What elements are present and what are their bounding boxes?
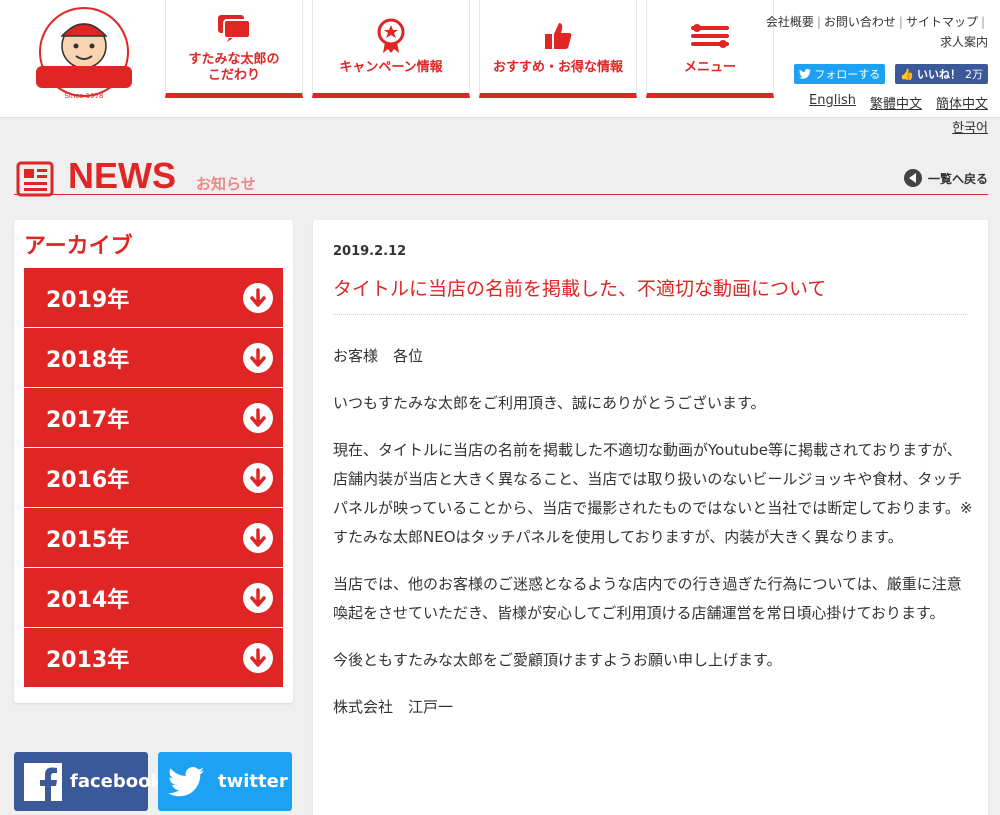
nav-label: メニュー xyxy=(683,59,736,75)
article-body: お客様 各位 いつもすたみな太郎をご利用頂き、誠にありがとうございます。 現在、… xyxy=(333,342,973,740)
archive-year-list: 2019年 2018年 2017年 2016年 2015年 2014年 2013… xyxy=(24,268,283,688)
article-paragraph: お客様 各位 xyxy=(333,347,424,365)
news-heading: NEWS お知らせ 一覧へ戻る xyxy=(14,155,988,197)
archive-year-2014[interactable]: 2014年 xyxy=(24,568,283,628)
sns-large-buttons: facebook twitter xyxy=(14,752,292,811)
twitter-follow-button[interactable]: フォローする xyxy=(794,64,886,84)
nav-label: おすすめ・お得な情報 xyxy=(492,59,623,75)
year-label: 2017年 xyxy=(46,407,130,433)
archive-year-2018[interactable]: 2018年 xyxy=(24,328,283,388)
facebook-button[interactable]: facebook xyxy=(14,752,162,811)
facebook-label: facebook xyxy=(70,771,163,792)
back-label: 一覧へ戻る xyxy=(927,171,988,186)
facebook-icon xyxy=(24,762,62,801)
year-label: 2018年 xyxy=(46,347,130,373)
lang-korean[interactable]: 한국어 xyxy=(952,117,988,136)
lang-simplified-chinese[interactable]: 簡体中文 xyxy=(936,93,988,112)
article-title: タイトルに当店の名前を掲載した、不適切な動画について xyxy=(333,278,827,300)
article-paragraph: 当店では、他のお客様のご迷惑となるような店内での行き過ぎた行為については、厳重に… xyxy=(333,575,962,622)
article-paragraph: 株式会社 江戸一 xyxy=(333,698,454,716)
archive-sidebar: アーカイブ 2019年 2018年 2017年 2016年 2015年 2014… xyxy=(14,220,293,703)
year-label: 2015年 xyxy=(46,527,130,553)
nav-label: キャンペーン情報 xyxy=(339,59,443,75)
util-link-contact[interactable]: お問い合わせ xyxy=(824,15,896,29)
back-to-list-link[interactable]: 一覧へ戻る xyxy=(903,169,988,187)
year-label: 2016年 xyxy=(46,467,130,493)
nav-campaign[interactable]: キャンペーン情報 xyxy=(312,0,470,98)
arrow-down-icon xyxy=(243,342,273,373)
archive-title: アーカイブ xyxy=(24,234,133,259)
article-paragraph: 現在、タイトルに当店の名前を掲載した不適切な動画がYoutube等に掲載されてお… xyxy=(333,441,973,546)
arrow-down-icon xyxy=(243,522,273,553)
site-header: Since 1978 すたみな太郎の こだわり キャンペーン情報 おすすめ・お得… xyxy=(0,0,1000,118)
page-title: NEWS xyxy=(68,155,176,196)
arrow-down-icon xyxy=(243,642,273,673)
sns-small-buttons: フォローする 👍 いいね！ 2万 xyxy=(794,64,988,84)
twitter-bird-icon xyxy=(799,69,812,79)
divider xyxy=(333,314,968,315)
chat-bubble-icon xyxy=(217,10,251,46)
year-label: 2014年 xyxy=(46,587,130,613)
site-logo[interactable]: Since 1978 xyxy=(14,6,154,106)
archive-year-2019[interactable]: 2019年 xyxy=(24,268,283,328)
article-date: 2019.2.12 xyxy=(333,244,407,259)
nav-recommend[interactable]: おすすめ・お得な情報 xyxy=(479,0,637,98)
arrow-down-icon xyxy=(243,402,273,433)
archive-year-2016[interactable]: 2016年 xyxy=(24,448,283,508)
page-subtitle: お知らせ xyxy=(196,175,256,193)
year-label: 2013年 xyxy=(46,647,130,673)
utensils-icon xyxy=(689,18,731,54)
arrow-down-icon xyxy=(243,282,273,313)
twitter-button[interactable]: twitter xyxy=(158,752,292,811)
nav-kodawari[interactable]: すたみな太郎の こだわり xyxy=(165,0,303,98)
article-paragraph: いつもすたみな太郎をご利用頂き、誠にありがとうございます。 xyxy=(333,394,766,412)
article-paragraph: 今後ともすたみな太郎をご愛顧頂けますようお願い申し上げます。 xyxy=(333,651,782,669)
twitter-label: twitter xyxy=(218,771,288,792)
lang-traditional-chinese[interactable]: 繁體中文 xyxy=(870,93,922,112)
util-link-recruit[interactable]: 求人案内 xyxy=(940,35,988,49)
back-arrow-icon xyxy=(903,169,922,187)
thumbs-up-icon: 👍 xyxy=(900,67,914,81)
newspaper-icon xyxy=(16,161,56,201)
badge-star-icon xyxy=(376,18,406,54)
nav-label: すたみな太郎の こだわり xyxy=(188,51,280,83)
facebook-like-button[interactable]: 👍 いいね！ 2万 xyxy=(895,64,988,84)
thumbs-up-icon xyxy=(543,18,573,54)
lang-english[interactable]: English xyxy=(809,93,856,112)
twitter-follow-label: フォローする xyxy=(814,68,881,81)
language-links: English 繁體中文 簡体中文 xyxy=(809,93,988,112)
main-nav: すたみな太郎の こだわり キャンペーン情報 おすすめ・お得な情報 メニュー xyxy=(165,0,774,98)
util-link-sitemap[interactable]: サイトマップ xyxy=(906,15,978,29)
svg-text:Since 1978: Since 1978 xyxy=(64,92,103,100)
nav-menu[interactable]: メニュー xyxy=(646,0,774,98)
archive-year-2013[interactable]: 2013年 xyxy=(24,628,283,688)
facebook-like-count: 2万 xyxy=(965,68,983,81)
archive-year-2017[interactable]: 2017年 xyxy=(24,388,283,448)
facebook-like-label: いいね！ xyxy=(917,68,961,81)
utility-links: 会社概要 | お問い合わせ | サイトマップ | 求人案内 xyxy=(765,15,988,49)
twitter-bird-icon xyxy=(168,766,204,797)
arrow-down-icon xyxy=(243,582,273,613)
util-link-company[interactable]: 会社概要 xyxy=(766,15,814,29)
archive-year-2015[interactable]: 2015年 xyxy=(24,508,283,568)
news-article: 2019.2.12 タイトルに当店の名前を掲載した、不適切な動画について お客様… xyxy=(313,220,988,815)
arrow-down-icon xyxy=(243,462,273,493)
year-label: 2019年 xyxy=(46,287,130,313)
